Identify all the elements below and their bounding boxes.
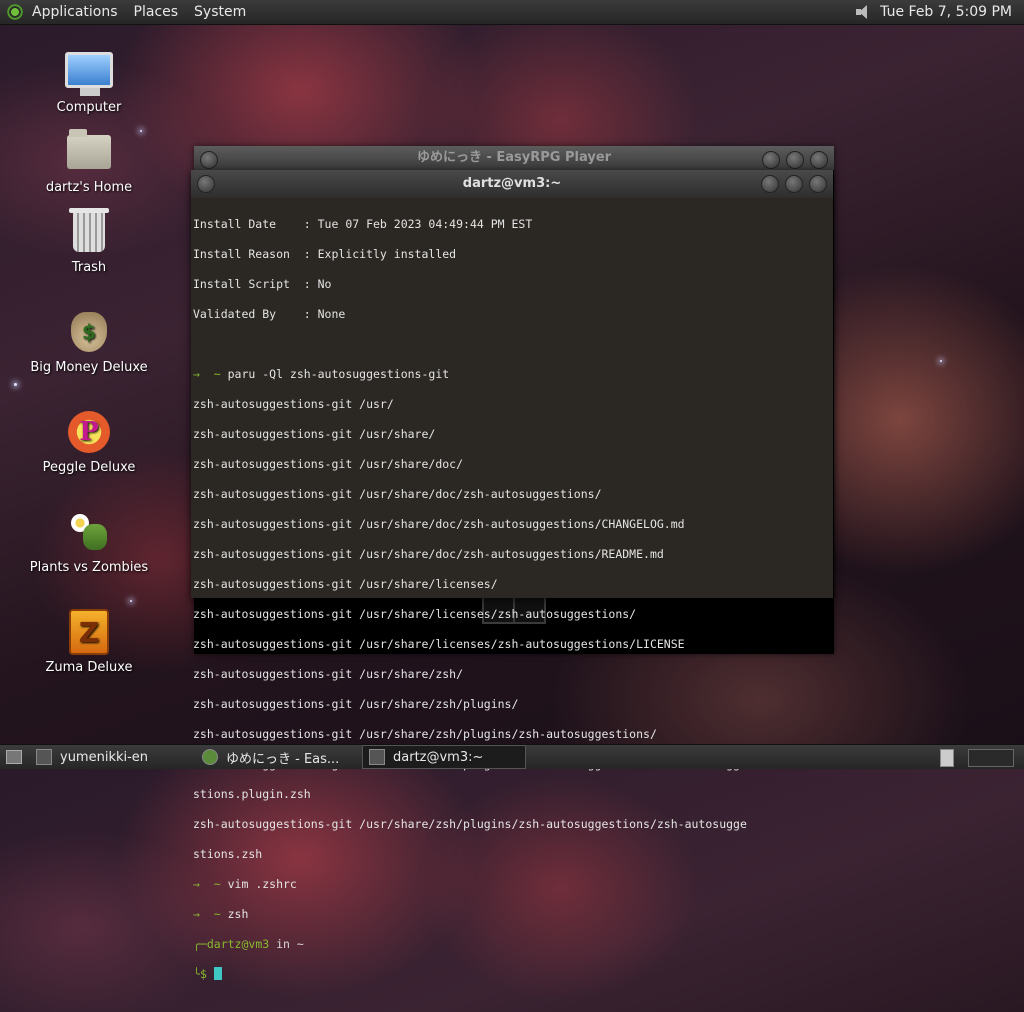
computer-icon xyxy=(65,52,113,96)
terminal-line: Install Reason : Explicitly installed xyxy=(193,247,457,261)
window-controls xyxy=(762,151,828,169)
workspace-switcher[interactable] xyxy=(968,749,1014,767)
terminal-line: Install Script : No xyxy=(193,277,332,291)
desktop-icon-peggle[interactable]: P Peggle Deluxe xyxy=(14,408,164,475)
desktop-icon-label: Plants vs Zombies xyxy=(29,560,149,575)
menu-applications[interactable]: Applications xyxy=(32,4,118,20)
maximize-icon[interactable] xyxy=(785,175,803,193)
prompt-arrow: → ~ xyxy=(193,367,228,381)
prompt-arrow: → ~ xyxy=(193,877,228,891)
terminal-line: zsh-autosuggestions-git /usr/share/doc/z… xyxy=(193,547,664,561)
terminal-output[interactable]: Install Date : Tue 07 Feb 2023 04:49:44 … xyxy=(191,198,833,1012)
desktop-icon-label: dartz's Home xyxy=(45,180,133,195)
terminal-line: stions.plugin.zsh xyxy=(193,787,311,801)
desktop-icon-home[interactable]: dartz's Home xyxy=(14,128,164,195)
terminal-line: zsh-autosuggestions-git /usr/share/licen… xyxy=(193,577,498,591)
taskbar-item-label: dartz@vm3:~ xyxy=(393,749,484,765)
minimize-icon[interactable] xyxy=(761,175,779,193)
taskbar-item-easyrpg[interactable]: ゆめにっき - Eas... xyxy=(196,746,358,768)
desktop-icon-plants-vs-zombies[interactable]: Plants vs Zombies xyxy=(14,508,164,575)
desktop-icon-trash[interactable]: Trash xyxy=(14,208,164,275)
top-panel: Applications Places System Tue Feb 7, 5:… xyxy=(0,0,1024,25)
terminal-icon xyxy=(369,749,385,765)
zuma-icon: Z xyxy=(69,609,109,655)
star-decoration xyxy=(940,360,942,362)
maximize-icon[interactable] xyxy=(786,151,804,169)
app-icon xyxy=(202,749,218,765)
taskbar-item-yumenikki[interactable]: yumenikki-en xyxy=(30,746,192,768)
trash-icon xyxy=(69,208,109,252)
prompt-dir: in ~ xyxy=(269,937,304,951)
close-icon[interactable] xyxy=(810,151,828,169)
menu-system[interactable]: System xyxy=(194,4,246,20)
top-panel-tray: Tue Feb 7, 5:09 PM xyxy=(854,0,1012,24)
terminal-line: zsh-autosuggestions-git /usr/share/doc/ xyxy=(193,457,464,471)
prompt-input-line[interactable]: ╰$ xyxy=(193,967,831,982)
text-cursor xyxy=(213,967,222,980)
window-menu-icon[interactable] xyxy=(200,151,218,169)
terminal-line: zsh-autosuggestions-git /usr/ xyxy=(193,397,394,411)
terminal-line: zsh-autosuggestions-git /usr/share/zsh/p… xyxy=(193,727,657,741)
terminal-line: Install Date : Tue 07 Feb 2023 04:49:44 … xyxy=(193,217,533,231)
window-menu-icon[interactable] xyxy=(197,175,215,193)
command-text: vim .zshrc xyxy=(227,877,297,891)
terminal-command-line: → ~ paru -Ql zsh-autosuggestions-git xyxy=(193,367,831,382)
command-text: paru -Ql zsh-autosuggestions-git xyxy=(227,367,450,381)
close-icon[interactable] xyxy=(809,175,827,193)
terminal-command-line: → ~ vim .zshrc xyxy=(193,877,831,892)
bottom-panel: yumenikki-en ゆめにっき - Eas... dartz@vm3:~ xyxy=(0,744,1024,769)
trash-applet-icon[interactable] xyxy=(940,749,954,767)
window-title[interactable]: ゆめにっき - EasyRPG Player xyxy=(194,146,834,170)
window-title[interactable]: dartz@vm3:~ xyxy=(191,170,833,198)
star-decoration xyxy=(130,600,132,602)
prompt-corner: ╰ xyxy=(193,967,200,981)
plant-icon xyxy=(67,510,111,554)
app-icon xyxy=(36,749,52,765)
terminal-line: stions.zsh xyxy=(193,847,263,861)
terminal-command-line: → ~ zsh xyxy=(193,907,831,922)
terminal-line: zsh-autosuggestions-git /usr/share/licen… xyxy=(193,637,685,651)
desktop-icon-label: Big Money Deluxe xyxy=(30,360,148,375)
desktop-icon-label: Computer xyxy=(56,100,122,115)
taskbar-item-label: ゆめにっき - Eas... xyxy=(226,751,340,767)
prompt-dollar: $ xyxy=(199,967,214,981)
terminal-line: zsh-autosuggestions-git /usr/share/doc/z… xyxy=(193,487,602,501)
terminal-line: Validated By : None xyxy=(193,307,346,321)
prompt-header: ╭─dartz@vm3 in ~ xyxy=(193,937,831,952)
money-bag-icon: $ xyxy=(71,312,107,352)
terminal-line: zsh-autosuggestions-git /usr/share/zsh/ xyxy=(193,667,464,681)
menu-places[interactable]: Places xyxy=(134,4,179,20)
peggle-icon: P xyxy=(68,411,110,453)
terminal-line: zsh-autosuggestions-git /usr/share/zsh/p… xyxy=(193,817,747,831)
terminal-line: zsh-autosuggestions-git /usr/share/zsh/p… xyxy=(193,697,519,711)
terminal-line: zsh-autosuggestions-git /usr/share/doc/z… xyxy=(193,517,685,531)
desktop-icon-label: Trash xyxy=(71,260,107,275)
prompt-corner: ╭─ xyxy=(193,937,207,951)
star-decoration xyxy=(14,383,17,386)
prompt-user: dartz@vm3 xyxy=(206,937,270,951)
terminal-line: zsh-autosuggestions-git /usr/share/licen… xyxy=(193,607,637,621)
minimize-icon[interactable] xyxy=(762,151,780,169)
terminal-window[interactable]: dartz@vm3:~ Install Date : Tue 07 Feb 20… xyxy=(191,170,833,981)
desktop-icon-label: Peggle Deluxe xyxy=(42,460,136,475)
terminal-line: zsh-autosuggestions-git /usr/share/ xyxy=(193,427,436,441)
desktop-icon-zuma[interactable]: Z Zuma Deluxe xyxy=(14,608,164,675)
taskbar-item-label: yumenikki-en xyxy=(60,749,149,765)
clock[interactable]: Tue Feb 7, 5:09 PM xyxy=(880,4,1012,20)
volume-icon[interactable] xyxy=(854,4,872,20)
distro-logo-icon[interactable] xyxy=(6,3,24,21)
desktop-icon-label: Zuma Deluxe xyxy=(45,660,133,675)
desktop-icon-big-money[interactable]: $ Big Money Deluxe xyxy=(14,308,164,375)
desktop-icon-computer[interactable]: Computer xyxy=(14,46,164,115)
prompt-arrow: → ~ xyxy=(193,907,228,921)
taskbar-item-terminal[interactable]: dartz@vm3:~ xyxy=(362,745,526,769)
command-text: zsh xyxy=(227,907,249,921)
home-folder-icon xyxy=(67,129,111,169)
window-controls xyxy=(761,175,827,193)
show-desktop-icon[interactable] xyxy=(6,750,22,764)
